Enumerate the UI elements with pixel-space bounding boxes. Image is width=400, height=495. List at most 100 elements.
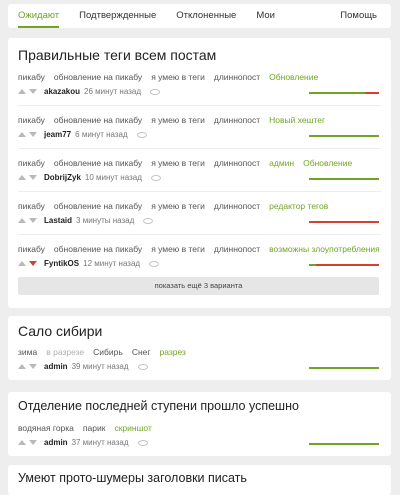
tag[interactable]: пикабу: [18, 158, 45, 168]
post-card: Умеют прото-шумеры заголовки писать: [8, 465, 391, 495]
post-title[interactable]: Правильные теги всем постам: [8, 47, 226, 63]
tag[interactable]: обновление на пикабу: [54, 115, 142, 125]
post-card: Правильные теги всем постам пикабу обнов…: [8, 38, 391, 308]
post-title[interactable]: Отделение последней ступени прошло успеш…: [8, 399, 309, 413]
tag[interactable]: я умею в теги: [151, 158, 205, 168]
rating-bar: [309, 92, 379, 94]
tag-list: пикабу обновление на пикабу я умею в тег…: [8, 244, 389, 254]
author-name[interactable]: FyntikOS: [44, 259, 79, 268]
show-more-variants-button[interactable]: показать ещё 3 варианта: [18, 277, 379, 295]
post-title[interactable]: Умеют прото-шумеры заголовки писать: [8, 471, 257, 485]
removed-tag[interactable]: в разрезе: [46, 347, 84, 357]
rating-bar: [309, 178, 379, 180]
variant-meta: FyntikOS 12 минут назад: [8, 259, 160, 268]
new-tag[interactable]: Обновление: [303, 158, 352, 168]
author-name[interactable]: DobrijZyk: [44, 173, 81, 182]
tag[interactable]: Снег: [132, 347, 151, 357]
tag-list: зима в разрезе Сибирь Снег разрез: [8, 347, 195, 357]
eye-icon[interactable]: [143, 217, 154, 224]
tag[interactable]: пикабу: [18, 244, 45, 254]
timestamp: 26 минут назад: [84, 87, 141, 96]
downvote-icon[interactable]: [29, 218, 37, 223]
author-name[interactable]: admin: [44, 438, 68, 447]
tag[interactable]: водяная горка: [18, 423, 74, 433]
variant-meta: admin 37 минут назад: [8, 438, 148, 447]
tab-mine[interactable]: Мои: [246, 4, 285, 28]
moderation-tabs: Ожидают Подтвержденные Отклоненные Мои П…: [8, 4, 391, 28]
tag[interactable]: зима: [18, 347, 37, 357]
variant-meta: DobrijZyk 10 минут назад: [8, 173, 161, 182]
help-link[interactable]: Помощь: [330, 4, 391, 28]
rating-bar: [309, 135, 379, 137]
downvote-icon[interactable]: [29, 261, 37, 266]
post-card: Отделение последней ступени прошло успеш…: [8, 392, 391, 456]
tag[interactable]: длиннопост: [214, 201, 260, 211]
timestamp: 6 минут назад: [75, 130, 128, 139]
upvote-icon[interactable]: [18, 261, 26, 266]
new-tag[interactable]: Обновление: [269, 72, 318, 82]
upvote-icon[interactable]: [18, 132, 26, 137]
tag[interactable]: я умею в теги: [151, 72, 205, 82]
new-tag[interactable]: разрез: [160, 347, 186, 357]
eye-icon[interactable]: [136, 131, 147, 138]
new-tag[interactable]: редактор тегов: [269, 201, 328, 211]
post-card: Сало сибири зима в разрезе Сибирь Снег р…: [8, 316, 391, 380]
downvote-icon[interactable]: [29, 132, 37, 137]
tag-list: пикабу обновление на пикабу я умею в тег…: [8, 72, 327, 82]
upvote-icon[interactable]: [18, 364, 26, 369]
tag[interactable]: длиннопост: [214, 158, 260, 168]
post-title[interactable]: Сало сибири: [8, 323, 112, 339]
variant-meta: admin 39 минут назад: [8, 362, 148, 371]
timestamp: 39 минут назад: [71, 362, 129, 371]
tab-pending[interactable]: Ожидают: [8, 4, 69, 28]
tag[interactable]: парик: [83, 423, 106, 433]
tag-list: пикабу обновление на пикабу я умею в тег…: [8, 158, 361, 168]
tag[interactable]: обновление на пикабу: [54, 244, 142, 254]
timestamp: 10 минут назад: [84, 173, 142, 182]
author-name[interactable]: akazakou: [44, 87, 80, 96]
rating-bar: [309, 367, 379, 369]
upvote-icon[interactable]: [18, 175, 26, 180]
upvote-icon[interactable]: [18, 89, 26, 94]
new-tag[interactable]: скриншот: [114, 423, 151, 433]
author-name[interactable]: Lastaid: [44, 216, 72, 225]
tag[interactable]: длиннопост: [214, 72, 260, 82]
eye-icon[interactable]: [137, 439, 148, 446]
tag[interactable]: пикабу: [18, 201, 45, 211]
timestamp: 37 минут назад: [71, 438, 129, 447]
author-name[interactable]: admin: [44, 362, 68, 371]
tab-approved[interactable]: Подтвержденные: [69, 4, 166, 28]
tag[interactable]: пикабу: [18, 72, 45, 82]
downvote-icon[interactable]: [29, 175, 37, 180]
rating-bar: [309, 443, 379, 445]
timestamp: 12 минут назад: [83, 259, 141, 268]
eye-icon[interactable]: [149, 260, 160, 267]
variant-meta: jeam77 6 минут назад: [8, 130, 147, 139]
tag[interactable]: Сибирь: [93, 347, 123, 357]
tag[interactable]: обновление на пикабу: [54, 158, 142, 168]
upvote-icon[interactable]: [18, 218, 26, 223]
new-tag[interactable]: Новый хештег: [269, 115, 325, 125]
tag[interactable]: пикабу: [18, 115, 45, 125]
tab-rejected[interactable]: Отклоненные: [166, 4, 246, 28]
eye-icon[interactable]: [150, 88, 160, 95]
tag[interactable]: я умею в теги: [151, 201, 205, 211]
downvote-icon[interactable]: [29, 89, 37, 94]
variant-meta: Lastaid 3 минуты назад: [8, 216, 154, 225]
tag[interactable]: обновление на пикабу: [54, 201, 142, 211]
tag[interactable]: я умею в теги: [151, 244, 205, 254]
timestamp: 3 минуты назад: [76, 216, 135, 225]
tag[interactable]: обновление на пикабу: [54, 72, 142, 82]
tag-list: водяная горка парик скриншот: [8, 423, 161, 433]
tag[interactable]: я умею в теги: [151, 115, 205, 125]
downvote-icon[interactable]: [29, 364, 37, 369]
tag[interactable]: длиннопост: [214, 115, 260, 125]
eye-icon[interactable]: [150, 174, 161, 181]
author-name[interactable]: jeam77: [44, 130, 71, 139]
downvote-icon[interactable]: [29, 440, 37, 445]
new-tag[interactable]: возможны злоупотребления: [269, 244, 380, 254]
eye-icon[interactable]: [137, 363, 148, 370]
upvote-icon[interactable]: [18, 440, 26, 445]
tag[interactable]: длиннопост: [214, 244, 260, 254]
new-tag[interactable]: админ: [269, 158, 294, 168]
